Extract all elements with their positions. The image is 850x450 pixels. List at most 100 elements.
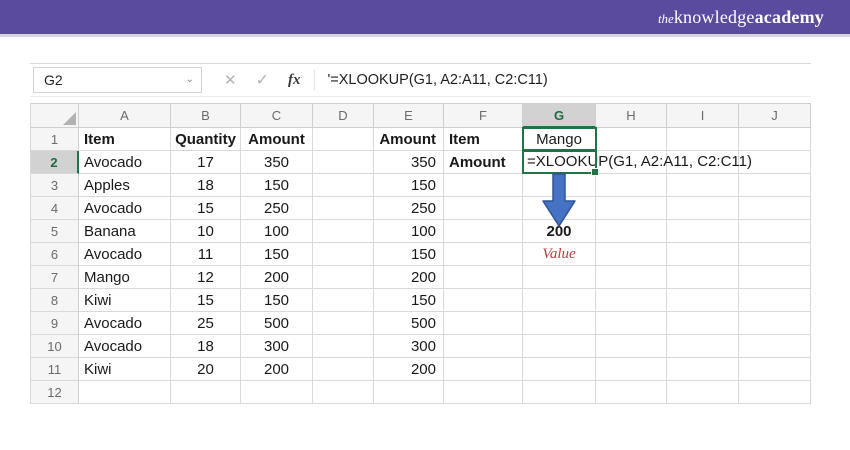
cell-C9[interactable]: 500 xyxy=(241,312,313,335)
cell-H6[interactable] xyxy=(596,243,667,266)
name-box[interactable]: G2 ⌄ xyxy=(33,67,202,93)
cell-C1[interactable]: Amount xyxy=(241,128,313,151)
cell-J8[interactable] xyxy=(739,289,811,312)
cell-I5[interactable] xyxy=(667,220,739,243)
cell-E6[interactable]: 150 xyxy=(374,243,444,266)
cell-E10[interactable]: 300 xyxy=(374,335,444,358)
cell-C2[interactable]: 350 xyxy=(241,151,313,174)
cell-I7[interactable] xyxy=(667,266,739,289)
cell-J11[interactable] xyxy=(739,358,811,381)
cell-H1[interactable] xyxy=(596,128,667,151)
column-header-J[interactable]: J xyxy=(739,104,811,128)
cell-J5[interactable] xyxy=(739,220,811,243)
formula-input[interactable]: '=XLOOKUP(G1, A2:A11, C2:C11) xyxy=(327,72,547,88)
cell-B9[interactable]: 25 xyxy=(171,312,241,335)
cell-A9[interactable]: Avocado xyxy=(79,312,171,335)
cell-E4[interactable]: 250 xyxy=(374,197,444,220)
cell-H10[interactable] xyxy=(596,335,667,358)
cell-B8[interactable]: 15 xyxy=(171,289,241,312)
cell-E2[interactable]: 350 xyxy=(374,151,444,174)
cell-G11[interactable] xyxy=(523,358,596,381)
cell-C8[interactable]: 150 xyxy=(241,289,313,312)
cell-J3[interactable] xyxy=(739,174,811,197)
cell-F3[interactable] xyxy=(444,174,523,197)
cell-G9[interactable] xyxy=(523,312,596,335)
cell-B3[interactable]: 18 xyxy=(171,174,241,197)
cell-F7[interactable] xyxy=(444,266,523,289)
select-all-corner[interactable] xyxy=(31,104,79,128)
cell-D10[interactable] xyxy=(313,335,374,358)
cell-B1[interactable]: Quantity xyxy=(171,128,241,151)
insert-function-icon[interactable]: fx xyxy=(288,72,301,89)
cell-B10[interactable]: 18 xyxy=(171,335,241,358)
cell-I1[interactable] xyxy=(667,128,739,151)
row-header-5[interactable]: 5 xyxy=(31,220,79,243)
column-header-H[interactable]: H xyxy=(596,104,667,128)
cell-H4[interactable] xyxy=(596,197,667,220)
cell-F4[interactable] xyxy=(444,197,523,220)
column-header-B[interactable]: B xyxy=(171,104,241,128)
row-header-6[interactable]: 6 xyxy=(31,243,79,266)
column-header-F[interactable]: F xyxy=(444,104,523,128)
cell-C11[interactable]: 200 xyxy=(241,358,313,381)
cell-B12[interactable] xyxy=(171,381,241,404)
row-header-4[interactable]: 4 xyxy=(31,197,79,220)
cancel-icon[interactable]: ✕ xyxy=(224,71,237,89)
cell-E5[interactable]: 100 xyxy=(374,220,444,243)
cell-D4[interactable] xyxy=(313,197,374,220)
cell-D9[interactable] xyxy=(313,312,374,335)
cell-F5[interactable] xyxy=(444,220,523,243)
row-header-1[interactable]: 1 xyxy=(31,128,79,151)
cell-C7[interactable]: 200 xyxy=(241,266,313,289)
cell-F9[interactable] xyxy=(444,312,523,335)
column-header-G[interactable]: G xyxy=(523,104,596,128)
cell-A10[interactable]: Avocado xyxy=(79,335,171,358)
cell-G6[interactable]: Value xyxy=(523,243,596,266)
cell-A2[interactable]: Avocado xyxy=(79,151,171,174)
cell-E8[interactable]: 150 xyxy=(374,289,444,312)
chevron-down-icon[interactable]: ⌄ xyxy=(186,75,194,85)
cell-B2[interactable]: 17 xyxy=(171,151,241,174)
cell-I6[interactable] xyxy=(667,243,739,266)
cell-H3[interactable] xyxy=(596,174,667,197)
cell-J9[interactable] xyxy=(739,312,811,335)
cell-F2[interactable]: Amount xyxy=(444,151,523,174)
cell-A6[interactable]: Avocado xyxy=(79,243,171,266)
cell-C6[interactable]: 150 xyxy=(241,243,313,266)
cell-J7[interactable] xyxy=(739,266,811,289)
cell-E11[interactable]: 200 xyxy=(374,358,444,381)
cell-G1[interactable]: Mango xyxy=(523,128,596,151)
cell-J10[interactable] xyxy=(739,335,811,358)
row-header-2[interactable]: 2 xyxy=(31,151,79,174)
cell-C3[interactable]: 150 xyxy=(241,174,313,197)
formula-overflow-text[interactable]: =XLOOKUP(G1, A2:A11, C2:C11) xyxy=(527,151,752,172)
cell-J1[interactable] xyxy=(739,128,811,151)
cell-J12[interactable] xyxy=(739,381,811,404)
cell-I9[interactable] xyxy=(667,312,739,335)
cell-I8[interactable] xyxy=(667,289,739,312)
cell-J6[interactable] xyxy=(739,243,811,266)
cell-F10[interactable] xyxy=(444,335,523,358)
cell-D8[interactable] xyxy=(313,289,374,312)
cell-I12[interactable] xyxy=(667,381,739,404)
cell-H7[interactable] xyxy=(596,266,667,289)
cell-A1[interactable]: Item xyxy=(79,128,171,151)
cell-F11[interactable] xyxy=(444,358,523,381)
cell-A7[interactable]: Mango xyxy=(79,266,171,289)
cell-B6[interactable]: 11 xyxy=(171,243,241,266)
cell-E1[interactable]: Amount xyxy=(374,128,444,151)
cell-C12[interactable] xyxy=(241,381,313,404)
cell-B7[interactable]: 12 xyxy=(171,266,241,289)
cell-D3[interactable] xyxy=(313,174,374,197)
cell-A12[interactable] xyxy=(79,381,171,404)
column-header-A[interactable]: A xyxy=(79,104,171,128)
row-header-8[interactable]: 8 xyxy=(31,289,79,312)
row-header-9[interactable]: 9 xyxy=(31,312,79,335)
cell-E9[interactable]: 500 xyxy=(374,312,444,335)
row-header-7[interactable]: 7 xyxy=(31,266,79,289)
cell-I3[interactable] xyxy=(667,174,739,197)
cell-I11[interactable] xyxy=(667,358,739,381)
cell-D6[interactable] xyxy=(313,243,374,266)
cell-D11[interactable] xyxy=(313,358,374,381)
cell-D1[interactable] xyxy=(313,128,374,151)
